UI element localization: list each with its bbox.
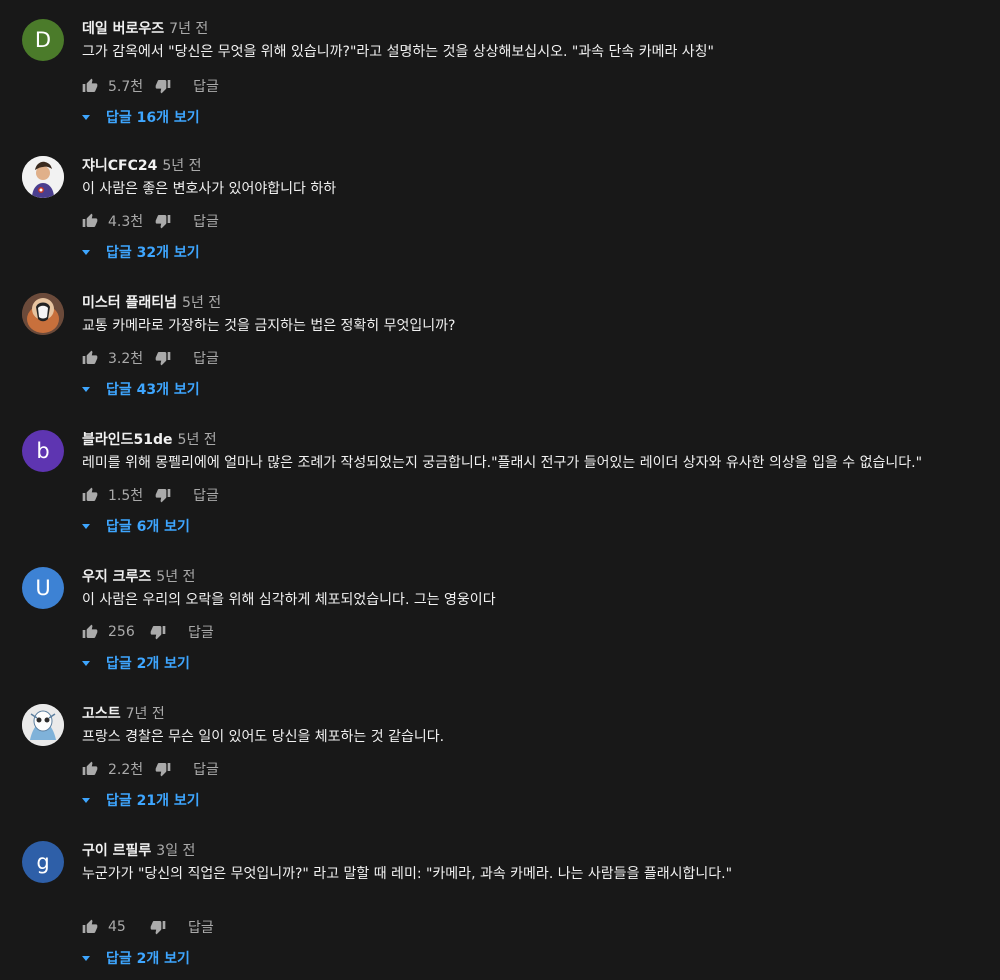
- comment-header: 구이 르필루 3일 전: [82, 840, 195, 860]
- dislike-icon[interactable]: [155, 349, 173, 367]
- author-name[interactable]: 미스터 플래티넘: [82, 295, 177, 311]
- caret-down-icon: [82, 523, 90, 529]
- view-replies-button[interactable]: 답글 2개 보기: [82, 948, 190, 968]
- reply-button[interactable]: 답글: [193, 76, 219, 96]
- comment-header: 우지 크루즈 5년 전: [82, 566, 195, 586]
- comment-actions: 4.3천 답글: [82, 209, 219, 233]
- avatar-letter: g: [36, 850, 50, 874]
- view-replies-button[interactable]: 답글 32개 보기: [82, 242, 200, 262]
- comment-actions: 256 답글: [82, 620, 214, 644]
- avatar[interactable]: [22, 293, 64, 335]
- avatar[interactable]: [22, 704, 64, 746]
- reply-button[interactable]: 답글: [193, 759, 219, 779]
- comment-time[interactable]: 7년 전: [169, 21, 208, 37]
- like-icon[interactable]: [82, 623, 100, 641]
- view-replies-label: 답글 2개 보기: [106, 656, 190, 672]
- author-name[interactable]: 구이 르필루: [82, 843, 151, 859]
- view-replies-label: 답글 21개 보기: [106, 793, 200, 809]
- reply-button[interactable]: 답글: [193, 485, 219, 505]
- view-replies-button[interactable]: 답글 16개 보기: [82, 107, 200, 127]
- caret-down-icon: [82, 660, 90, 666]
- comment-text: 누군가가 "당신의 직업은 무엇입니까?" 라고 말할 때 레미: "카메라, …: [82, 866, 733, 882]
- like-count: 1.5천: [108, 488, 144, 504]
- like-count: 3.2천: [108, 351, 144, 367]
- like-icon[interactable]: [82, 212, 100, 230]
- caret-down-icon: [82, 955, 90, 961]
- comment-text: 이 사람은 좋은 변호사가 있어야합니다 하하: [82, 181, 337, 197]
- author-name[interactable]: 블라인드51de: [82, 432, 173, 448]
- dislike-icon[interactable]: [150, 918, 168, 936]
- comment-time[interactable]: 5년 전: [156, 569, 195, 585]
- like-count: 45: [108, 919, 126, 935]
- reply-button[interactable]: 답글: [193, 211, 219, 231]
- view-replies-button[interactable]: 답글 43개 보기: [82, 379, 200, 399]
- like-count: 256: [108, 624, 135, 640]
- avatar[interactable]: b: [22, 430, 64, 472]
- comment-text: 이 사람은 우리의 오락을 위해 심각하게 체포되었습니다. 그는 영웅이다: [82, 592, 496, 608]
- comment-time[interactable]: 5년 전: [162, 158, 201, 174]
- caret-down-icon: [82, 114, 90, 120]
- author-name[interactable]: 데일 버로우즈: [82, 21, 164, 37]
- view-replies-button[interactable]: 답글 2개 보기: [82, 653, 190, 673]
- caret-down-icon: [82, 797, 90, 803]
- view-replies-button[interactable]: 답글 21개 보기: [82, 790, 200, 810]
- dislike-icon[interactable]: [155, 77, 173, 95]
- comment-actions: 1.5천 답글: [82, 483, 219, 507]
- author-name[interactable]: 쟈니CFC24: [82, 158, 157, 174]
- comment-time[interactable]: 5년 전: [178, 432, 217, 448]
- like-icon[interactable]: [82, 77, 100, 95]
- avatar-image: [22, 704, 64, 746]
- comment-actions: 5.7천 답글: [82, 74, 219, 98]
- like-icon[interactable]: [82, 486, 100, 504]
- view-replies-label: 답글 2개 보기: [106, 951, 190, 967]
- caret-down-icon: [82, 386, 90, 392]
- reply-button[interactable]: 답글: [188, 917, 214, 937]
- comment-text: 교통 카메라로 가장하는 것을 금지하는 법은 정확히 무엇입니까?: [82, 318, 456, 334]
- like-count: 2.2천: [108, 762, 144, 778]
- comment-time[interactable]: 3일 전: [156, 843, 195, 859]
- view-replies-label: 답글 6개 보기: [106, 519, 190, 535]
- like-icon[interactable]: [82, 918, 100, 936]
- dislike-icon[interactable]: [150, 623, 168, 641]
- comment-header: 고스트 7년 전: [82, 703, 165, 723]
- avatar[interactable]: g: [22, 841, 64, 883]
- view-replies-button[interactable]: 답글 6개 보기: [82, 516, 190, 536]
- view-replies-label: 답글 32개 보기: [106, 245, 200, 261]
- comment-header: 데일 버로우즈 7년 전: [82, 18, 208, 38]
- like-count: 5.7천: [108, 79, 144, 95]
- like-icon[interactable]: [82, 760, 100, 778]
- author-name[interactable]: 우지 크루즈: [82, 569, 151, 585]
- dislike-icon[interactable]: [155, 486, 173, 504]
- avatar[interactable]: [22, 156, 64, 198]
- comment-actions: 45 답글: [82, 915, 214, 939]
- view-replies-label: 답글 16개 보기: [106, 110, 200, 126]
- comment-header: 블라인드51de 5년 전: [82, 429, 217, 449]
- dislike-icon[interactable]: [155, 212, 173, 230]
- reply-button[interactable]: 답글: [193, 348, 219, 368]
- avatar-image: [22, 293, 64, 335]
- comment-actions: 2.2천 답글: [82, 757, 219, 781]
- comment-header: 미스터 플래티넘 5년 전: [82, 292, 221, 312]
- comment-time[interactable]: 5년 전: [182, 295, 221, 311]
- comment-text: 그가 감옥에서 "당신은 무엇을 위해 있습니까?"라고 설명하는 것을 상상해…: [82, 44, 714, 60]
- avatar-image: [22, 156, 64, 198]
- comment-header: 쟈니CFC24 5년 전: [82, 155, 201, 175]
- comment-text: 레미를 위해 몽펠리에에 얼마나 많은 조례가 작성되었는지 궁금합니다."플래…: [82, 455, 923, 471]
- like-count: 4.3천: [108, 214, 144, 230]
- view-replies-label: 답글 43개 보기: [106, 382, 200, 398]
- dislike-icon[interactable]: [155, 760, 173, 778]
- avatar[interactable]: U: [22, 567, 64, 609]
- avatar-letter: U: [35, 576, 51, 600]
- avatar[interactable]: D: [22, 19, 64, 61]
- avatar-letter: b: [36, 439, 50, 463]
- comment-time[interactable]: 7년 전: [126, 706, 165, 722]
- author-name[interactable]: 고스트: [82, 706, 121, 722]
- comment-text: 프랑스 경찰은 무슨 일이 있어도 당신을 체포하는 것 같습니다.: [82, 729, 445, 745]
- like-icon[interactable]: [82, 349, 100, 367]
- comment-actions: 3.2천 답글: [82, 346, 219, 370]
- avatar-letter: D: [34, 28, 52, 52]
- reply-button[interactable]: 답글: [188, 622, 214, 642]
- caret-down-icon: [82, 249, 90, 255]
